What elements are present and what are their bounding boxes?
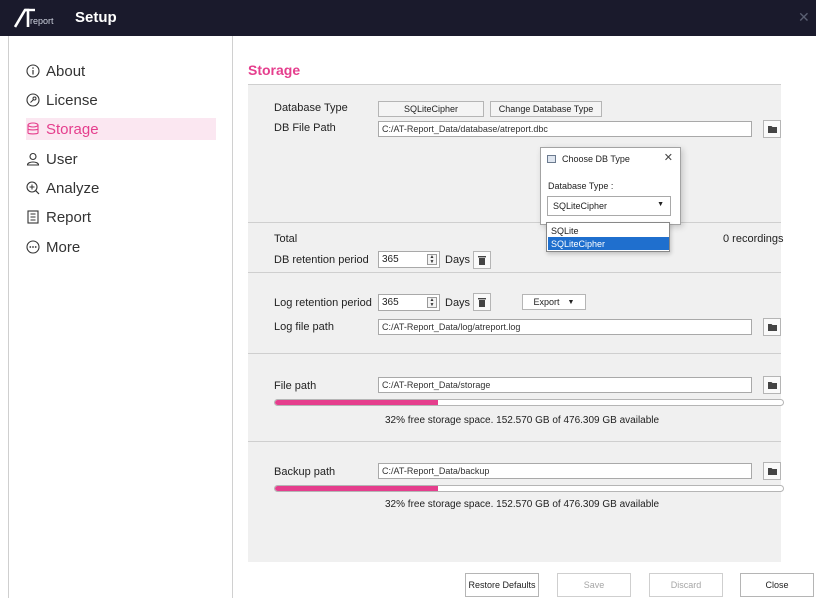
log-clear-button[interactable]: [473, 293, 491, 311]
export-dropdown[interactable]: Export ▼: [522, 294, 586, 310]
sidebar-item-license[interactable]: License: [26, 89, 216, 111]
db-total-divider: [248, 222, 781, 223]
spin-arrows-icon[interactable]: ▲ ▼: [427, 254, 437, 265]
log-retention-value: 365: [382, 297, 399, 308]
user-icon: [26, 152, 40, 166]
db-type-select[interactable]: SQLiteCipher ▼: [547, 196, 671, 216]
analyze-icon: [26, 181, 40, 195]
db-folder-browse-button[interactable]: [763, 120, 781, 138]
logo-subtitle: report: [30, 16, 54, 26]
window-title: Setup: [75, 9, 117, 26]
log-folder-browse-button[interactable]: [763, 318, 781, 336]
file-storage-info: 32% free storage space. 152.570 GB of 47…: [385, 415, 660, 426]
backup-folder-browse-button[interactable]: [763, 462, 781, 480]
db-type-selected-value: SQLiteCipher: [553, 201, 608, 211]
db-type-value: SQLiteCipher: [378, 101, 484, 117]
restore-defaults-button[interactable]: Restore Defaults: [465, 573, 539, 597]
page-title: Storage: [248, 62, 301, 78]
db-clear-button[interactable]: [473, 251, 491, 269]
db-retention-spinbox[interactable]: 365 ▲ ▼: [378, 251, 440, 268]
change-database-type-button[interactable]: Change Database Type: [490, 101, 602, 117]
db-type-label: Database Type: [274, 102, 348, 114]
window-frame-left: [8, 36, 9, 598]
file-folder-browse-button[interactable]: [763, 376, 781, 394]
sidebar-item-analyze[interactable]: Analyze: [26, 177, 216, 199]
close-button[interactable]: Close: [740, 573, 814, 597]
sidebar-item-label: Report: [46, 208, 92, 226]
discard-button[interactable]: Discard: [649, 573, 723, 597]
save-button[interactable]: Save: [557, 573, 631, 597]
choose-db-type-dialog: Choose DB Type ✕ Database Type : SQLiteC…: [540, 147, 681, 225]
section-divider-backup: [248, 441, 781, 442]
section-divider-file: [248, 353, 781, 354]
db-type-dropdown-list: SQLite SQLiteCipher: [546, 222, 670, 252]
info-circle-icon: [26, 64, 40, 78]
sidebar-item-report[interactable]: Report: [26, 206, 216, 228]
folder-icon: [767, 323, 777, 331]
caret-down-icon: ▼: [567, 298, 575, 306]
title-bar: report Setup ✕: [0, 0, 816, 36]
dialog-title: Choose DB Type: [562, 154, 630, 164]
sidebar-item-label: User: [46, 150, 78, 168]
db-type-option-sqlitecipher[interactable]: SQLiteCipher: [548, 237, 669, 250]
log-retention-spinbox[interactable]: 365 ▲ ▼: [378, 294, 440, 311]
file-path-field[interactable]: C:/AT-Report_Data/storage: [378, 377, 752, 393]
log-file-path-label: Log file path: [274, 321, 334, 333]
spin-arrows-icon[interactable]: ▲ ▼: [427, 297, 437, 308]
sidebar-item-label: More: [46, 238, 81, 256]
window-icon: [547, 155, 556, 163]
file-path-label: File path: [274, 380, 317, 392]
log-retention-label: Log retention period: [274, 297, 372, 309]
section-divider-log: [248, 272, 781, 273]
export-label: Export: [533, 297, 560, 307]
sidebar-item-user[interactable]: User: [26, 148, 216, 170]
backup-storage-progress-fill: [275, 486, 438, 491]
backup-path-label: Backup path: [274, 466, 336, 478]
sidebar-item-label: Storage: [46, 120, 99, 138]
backup-storage-info: 32% free storage space. 152.570 GB of 47…: [385, 499, 660, 510]
db-retention-unit: Days: [445, 254, 471, 266]
log-retention-unit: Days: [445, 297, 471, 309]
total-recordings-value: 0 recordings: [723, 233, 784, 245]
dialog-db-type-label: Database Type :: [548, 181, 614, 191]
main-content: Storage Database Type SQLiteCipher Chang…: [233, 36, 816, 598]
db-type-option-sqlite[interactable]: SQLite: [548, 224, 669, 237]
total-label: Total: [274, 233, 298, 245]
dialog-close-button[interactable]: ✕: [664, 151, 673, 164]
trash-icon: [478, 255, 486, 265]
sidebar-item-label: About: [46, 62, 86, 80]
file-storage-progress: [274, 399, 784, 406]
sidebar-item-more[interactable]: More: [26, 236, 216, 258]
storage-panel: Database Type SQLiteCipher Change Databa…: [248, 85, 784, 562]
folder-icon: [767, 467, 777, 475]
sidebar-item-about[interactable]: About: [26, 60, 216, 82]
backup-path-field[interactable]: C:/AT-Report_Data/backup: [378, 463, 752, 479]
backup-storage-progress: [274, 485, 784, 492]
more-circle-icon: [26, 240, 40, 254]
file-storage-progress-fill: [275, 400, 438, 405]
sidebar-item-label: Analyze: [46, 179, 100, 197]
log-file-path-field[interactable]: C:/AT-Report_Data/log/atreport.log: [378, 319, 752, 335]
report-icon: [26, 210, 40, 224]
folder-icon: [767, 125, 777, 133]
trash-icon: [478, 297, 486, 307]
folder-icon: [767, 381, 777, 389]
db-retention-value: 365: [382, 254, 399, 265]
db-retention-label: DB retention period: [274, 254, 369, 266]
db-file-path-field[interactable]: C:/AT-Report_Data/database/atreport.dbc: [378, 121, 752, 137]
sidebar-item-storage[interactable]: Storage: [26, 118, 216, 140]
window-close-button[interactable]: ✕: [798, 9, 810, 26]
key-circle-icon: [26, 93, 40, 107]
sidebar-item-label: License: [46, 91, 98, 109]
database-icon: [26, 122, 40, 136]
db-file-path-label: DB File Path: [274, 122, 336, 134]
caret-down-icon: ▼: [657, 201, 664, 208]
